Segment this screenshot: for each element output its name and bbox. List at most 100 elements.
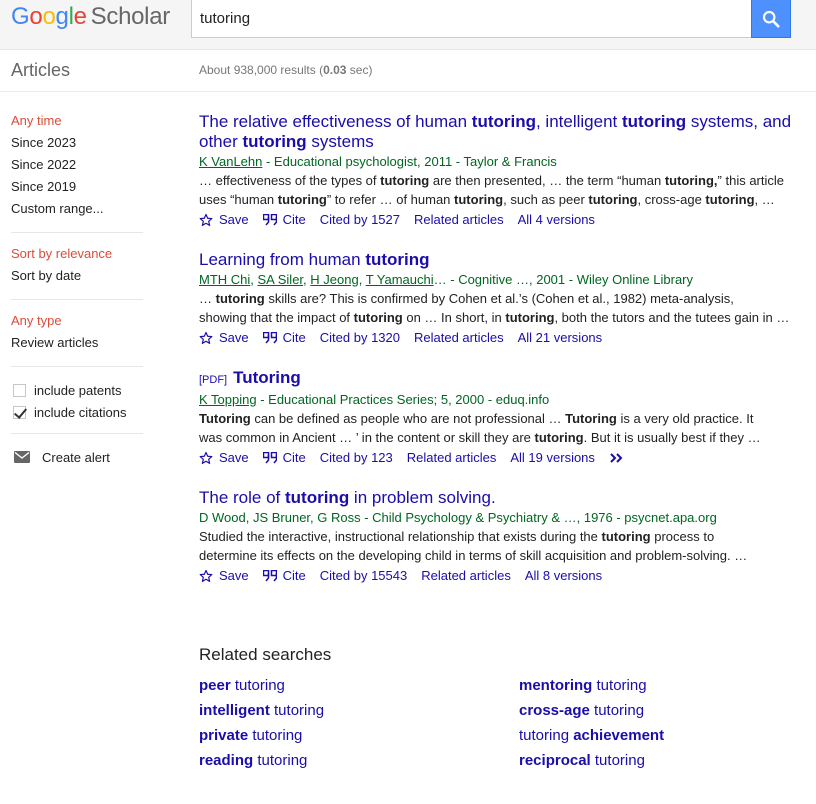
snippet-text: tutoring [277, 192, 327, 207]
filter-sidebar: Any time Since 2023 Since 2022 Since 201… [11, 112, 143, 468]
filter-since-2019[interactable]: Since 2019 [11, 178, 143, 200]
snippet-text: is a very old practice. It [616, 411, 754, 426]
snippet-text: can be defined as people who are not pro… [250, 411, 566, 426]
save-button[interactable]: Save [199, 448, 249, 468]
result-actions: Save Cite Cited by 1527 Related articles All… [199, 210, 799, 230]
checkbox-checked[interactable] [13, 405, 26, 419]
search-button[interactable] [751, 0, 791, 38]
cite-button[interactable]: Cite [262, 566, 306, 586]
related-articles-link[interactable]: Related articles [414, 210, 504, 230]
result-title-link[interactable]: [PDF] Tutoring [199, 368, 799, 390]
result-title-link[interactable]: Learning from human tutoring [199, 250, 799, 270]
author-link[interactable]: MTH Chi [199, 272, 250, 287]
author-link[interactable]: K VanLehn [199, 154, 262, 169]
title-text: tutoring [621, 112, 687, 131]
author-link[interactable]: SA Siler [258, 272, 304, 287]
related-search-link[interactable]: tutoring achievement [519, 727, 664, 744]
cite-button[interactable]: Cite [262, 210, 306, 230]
save-label: Save [219, 212, 249, 227]
cite-button[interactable]: Cite [262, 328, 306, 348]
author-link[interactable]: T Yamauchi [366, 272, 434, 287]
section-title: Articles [11, 60, 71, 80]
title-text: Learning from human [199, 250, 366, 269]
star-icon [199, 213, 213, 227]
star-icon [199, 569, 213, 583]
all-versions-link[interactable]: All 8 versions [525, 566, 602, 586]
cite-label: Cite [282, 212, 306, 227]
save-button[interactable]: Save [199, 210, 249, 230]
type-review-articles[interactable]: Review articles [11, 334, 143, 356]
related-search-text: reciprocal [519, 752, 591, 769]
sort-by-date[interactable]: Sort by date [11, 267, 143, 289]
cited-by-link[interactable]: Cited by 123 [320, 448, 393, 468]
save-label: Save [219, 330, 249, 345]
snippet-text: determine its effects on the developing … [199, 548, 748, 563]
result-count: About 938,000 results (0.03 sec) [199, 63, 372, 77]
related-articles-link[interactable]: Related articles [407, 448, 497, 468]
author-link[interactable]: H Jeong [310, 272, 358, 287]
count-prefix: About 938,000 results ( [199, 63, 324, 77]
search-icon [762, 10, 780, 28]
google-scholar-logo[interactable]: Google Scholar [11, 3, 170, 31]
more-options-button[interactable] [609, 452, 631, 464]
snippet-text: , both the tutors and the tutees gain in… [554, 310, 790, 325]
result-snippet-line: Tutoring can be defined as people who ar… [199, 409, 799, 428]
related-search-link[interactable]: mentoring tutoring [519, 677, 647, 694]
related-articles-link[interactable]: Related articles [414, 328, 504, 348]
snippet-text: ” this article [717, 173, 784, 188]
all-versions-link[interactable]: All 4 versions [518, 210, 595, 230]
related-articles-link[interactable]: Related articles [421, 566, 511, 586]
author-link[interactable]: K Topping [199, 392, 257, 407]
result-actions: Save Cite Cited by 1320 Related articles All… [199, 328, 799, 348]
title-text: tutoring [471, 112, 536, 131]
cited-by-link[interactable]: Cited by 1320 [320, 328, 400, 348]
cite-button[interactable]: Cite [262, 448, 306, 468]
include-patents-checkbox[interactable]: include patents [11, 379, 143, 401]
snippet-text: … effectiveness of the types of [199, 173, 381, 188]
result-title-link[interactable]: The relative effectiveness of human tuto… [199, 112, 799, 152]
related-search-link[interactable]: reading tutoring [199, 752, 307, 769]
related-search-text: cross-age [519, 702, 590, 719]
related-search-link[interactable]: peer tutoring [199, 677, 285, 694]
result-snippet-line: uses “human tutoring” to refer … of huma… [199, 190, 799, 209]
filter-any-time[interactable]: Any time [11, 112, 143, 134]
search-result: The role of tutoring in problem solving.… [199, 488, 799, 586]
related-search-link[interactable]: reciprocal tutoring [519, 752, 645, 769]
snippet-text: process to [650, 529, 715, 544]
pdf-tag: [PDF] [199, 374, 228, 386]
result-title-link[interactable]: The role of tutoring in problem solving. [199, 488, 799, 508]
sort-by-relevance[interactable]: Sort by relevance [11, 245, 143, 267]
title-text: The relative effectiveness of human [199, 112, 472, 131]
cited-by-link[interactable]: Cited by 1527 [320, 210, 400, 230]
snippet-text: tutoring [705, 192, 755, 207]
filter-custom-range[interactable]: Custom range... [11, 200, 143, 222]
snippet-text: , such as peer [503, 192, 589, 207]
include-citations-checkbox[interactable]: include citations [11, 401, 143, 423]
save-button[interactable]: Save [199, 566, 249, 586]
create-alert-button[interactable]: Create alert [11, 446, 143, 468]
title-text: , intelligent [535, 112, 622, 131]
related-search-link[interactable]: cross-age tutoring [519, 702, 644, 719]
related-search-text: tutoring [253, 752, 308, 769]
top-bar: Google Scholar tutoring [0, 0, 816, 50]
filter-since-2023[interactable]: Since 2023 [11, 134, 143, 156]
snippet-text: , cross-age [637, 192, 706, 207]
all-versions-link[interactable]: All 19 versions [510, 448, 595, 468]
type-any[interactable]: Any type [11, 312, 143, 334]
snippet-text: Tutoring [199, 411, 251, 426]
related-search-link[interactable]: private tutoring [199, 727, 302, 744]
filter-since-2022[interactable]: Since 2022 [11, 156, 143, 178]
save-button[interactable]: Save [199, 328, 249, 348]
search-input[interactable]: tutoring [191, 0, 752, 38]
all-versions-link[interactable]: All 21 versions [518, 328, 603, 348]
checkbox-label: include patents [34, 382, 122, 398]
meta-text: … - Cognitive …, 2001 - Wiley Online Lib… [433, 272, 694, 287]
related-search-text: intelligent [199, 702, 270, 719]
related-search-link[interactable]: intelligent tutoring [199, 702, 324, 719]
checkbox-unchecked[interactable] [13, 383, 26, 397]
cited-by-link[interactable]: Cited by 15543 [320, 566, 407, 586]
snippet-text: tutoring [588, 192, 638, 207]
title-text: in problem solving. [349, 488, 496, 507]
count-suffix: sec) [346, 63, 373, 77]
save-label: Save [219, 450, 249, 465]
